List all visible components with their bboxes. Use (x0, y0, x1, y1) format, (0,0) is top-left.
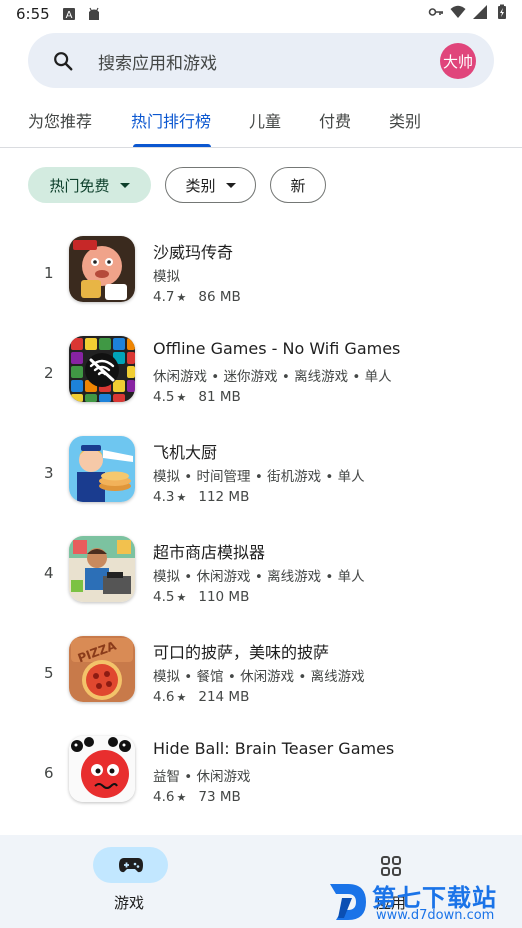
svg-text:A: A (65, 10, 72, 21)
app-meta: 4.5 ★ 81 MB (153, 389, 241, 405)
app-tags: 休闲游戏 • 迷你游戏 • 离线游戏 • 单人 (153, 369, 392, 385)
star-icon: ★ (176, 491, 187, 504)
chip-label: 热门免费 (49, 176, 110, 195)
app-meta: 4.6 ★ 73 MB (153, 789, 241, 805)
tab-kids[interactable]: 儿童 (249, 108, 281, 132)
list-item[interactable]: 3 飞机大厨 模拟 • 时间管理 • 街机游戏 • 单人 4.3 ★ 112 MB (0, 436, 522, 536)
chip-label: 新 (290, 176, 306, 195)
top-free-chip[interactable]: 热门免费 (28, 167, 151, 203)
signal-icon (473, 5, 487, 19)
app-rating: 4.6 (153, 689, 175, 705)
app-meta: 4.5 ★ 110 MB (153, 589, 249, 605)
app-rating: 4.6 (153, 789, 175, 805)
search-bar[interactable]: 搜索应用和游戏 大帅 (28, 33, 494, 88)
app-size: 86 MB (198, 289, 241, 305)
battery-charging-icon (498, 4, 506, 19)
category-chip[interactable]: 类别 (165, 167, 256, 203)
apps-grid-icon[interactable] (380, 855, 402, 877)
avatar[interactable]: 大帅 (440, 43, 476, 79)
rank-number: 2 (44, 364, 54, 382)
app-rating: 4.5 (153, 589, 175, 605)
app-size: 112 MB (198, 489, 250, 505)
watermark-url: www.d7down.com (376, 908, 495, 923)
list-item[interactable]: 5 PIZZA 可口的披萨，美味的披萨 模拟 • 餐馆 • 休闲游戏 • 离线游… (0, 636, 522, 736)
app-size: 110 MB (198, 589, 250, 605)
app-name: 超市商店模拟器 (153, 543, 266, 562)
app-size: 214 MB (198, 689, 250, 705)
app-icon-hide-ball[interactable] (69, 736, 135, 802)
app-tags: 模拟 (153, 269, 180, 285)
tab-categories[interactable]: 类别 (389, 108, 421, 132)
category-tabs: 为您推荐 热门排行榜 儿童 付费 类别 (0, 98, 522, 148)
app-icon-supermarket[interactable] (69, 536, 135, 602)
star-icon: ★ (176, 291, 187, 304)
rank-number: 4 (44, 564, 54, 582)
rank-number: 6 (44, 764, 54, 782)
tab-top-charts[interactable]: 热门排行榜 (131, 108, 211, 132)
rank-number: 1 (44, 264, 54, 282)
list-item[interactable]: 4 超市商店模拟器 模拟 • 休闲游戏 • 离线游戏 • 单人 4.5 ★ 110 … (0, 536, 522, 636)
app-tags: 模拟 • 餐馆 • 休闲游戏 • 离线游戏 (153, 669, 365, 685)
star-icon: ★ (176, 391, 187, 404)
active-tab-indicator (133, 144, 211, 147)
gamepad-icon (118, 858, 143, 873)
status-bar: 6:55 A (0, 0, 522, 28)
d7down-logo-icon (330, 884, 366, 920)
list-item[interactable]: 1 沙威玛传奇 模拟 4.7 ★ 86 MB (0, 236, 522, 336)
search-input[interactable]: 搜索应用和游戏 (98, 49, 217, 74)
app-name: 沙威玛传奇 (153, 243, 234, 262)
new-chip[interactable]: 新 (270, 167, 326, 203)
watermark: 第七下载站 www.d7down.com (326, 878, 522, 928)
android-notification-icon (88, 7, 99, 20)
app-icon-offline-games[interactable] (69, 336, 135, 402)
app-rating: 4.3 (153, 489, 175, 505)
app-meta: 4.3 ★ 112 MB (153, 489, 249, 505)
chip-label: 类别 (185, 176, 216, 195)
list-item[interactable]: 6 Hide Ball: Brain Teaser Games 益智 • 休闲游… (0, 736, 522, 836)
font-notification-icon: A (62, 8, 75, 21)
app-size: 73 MB (198, 789, 241, 805)
app-name: Offline Games - No Wifi Games (153, 339, 401, 358)
app-meta: 4.6 ★ 214 MB (153, 689, 249, 705)
star-icon: ★ (176, 791, 187, 804)
wifi-icon (450, 5, 466, 18)
dropdown-arrow-icon (225, 182, 236, 188)
app-name: 飞机大厨 (153, 443, 218, 462)
app-meta: 4.7 ★ 86 MB (153, 289, 241, 305)
status-time: 6:55 (16, 5, 50, 23)
rank-number: 3 (44, 464, 54, 482)
app-tags: 益智 • 休闲游戏 (153, 769, 251, 785)
app-size: 81 MB (198, 389, 241, 405)
vpn-key-icon (428, 8, 443, 16)
app-rating: 4.5 (153, 389, 175, 405)
tab-paid[interactable]: 付费 (319, 108, 351, 132)
star-icon: ★ (176, 591, 187, 604)
app-name: 可口的披萨，美味的披萨 (153, 643, 330, 662)
app-icon-airplane-chef[interactable] (69, 436, 135, 502)
app-rating: 4.7 (153, 289, 175, 305)
nav-games-label[interactable]: 游戏 (114, 892, 144, 913)
nav-games-button[interactable] (93, 847, 168, 883)
dropdown-arrow-icon (119, 182, 130, 188)
tab-for-you[interactable]: 为您推荐 (28, 108, 92, 132)
app-tags: 模拟 • 休闲游戏 • 离线游戏 • 单人 (153, 569, 365, 585)
star-icon: ★ (176, 691, 187, 704)
search-icon[interactable] (52, 50, 74, 72)
app-name: Hide Ball: Brain Teaser Games (153, 739, 395, 758)
list-item[interactable]: 2 Offline Games - No Wifi Games 休闲游戏 • 迷… (0, 336, 522, 436)
app-tags: 模拟 • 时间管理 • 街机游戏 • 单人 (153, 469, 365, 485)
app-icon-pizza[interactable]: PIZZA (69, 636, 135, 702)
app-icon-shawarma[interactable] (69, 236, 135, 302)
rank-number: 5 (44, 664, 54, 682)
